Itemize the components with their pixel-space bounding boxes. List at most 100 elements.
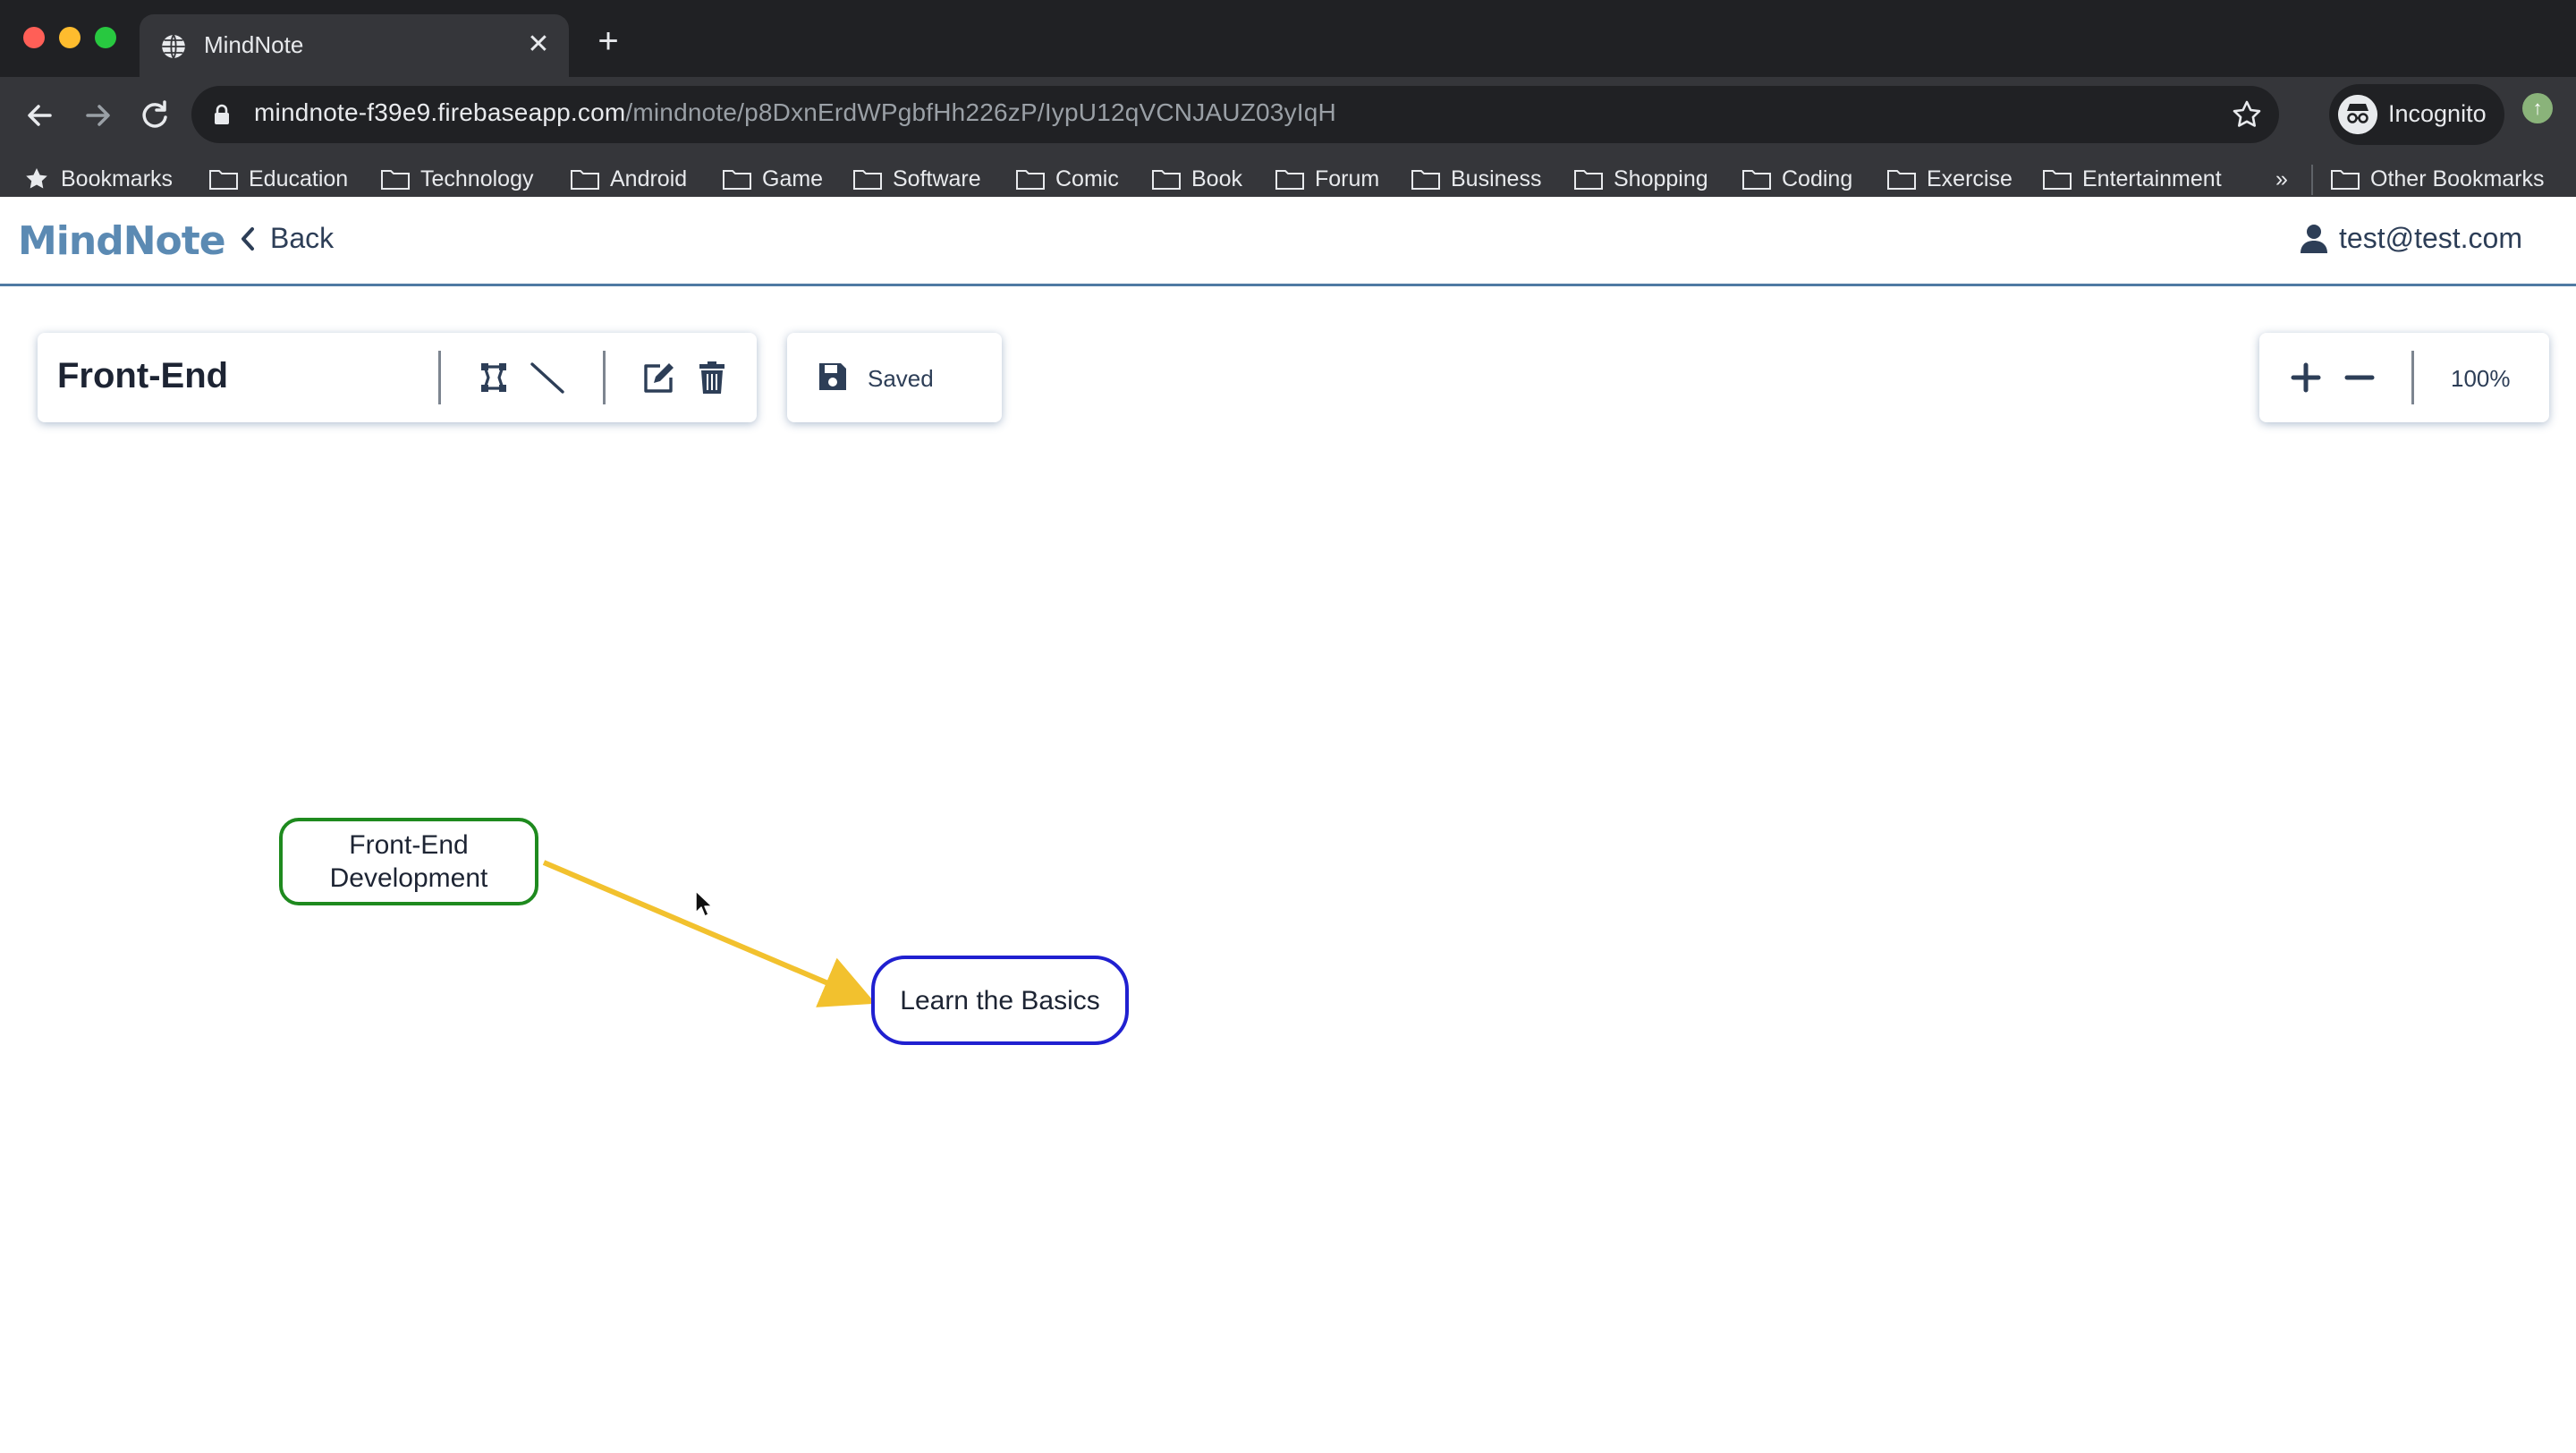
bookmark-folder-software[interactable]: Software xyxy=(853,159,981,199)
browser-tab-bar: MindNote ✕ + xyxy=(0,0,2576,77)
folder-icon xyxy=(381,170,410,190)
bookmark-label: Exercise xyxy=(1927,166,2012,191)
browser-tab[interactable]: MindNote ✕ xyxy=(140,14,569,77)
bookmark-label: Other Bookmarks xyxy=(2370,166,2545,191)
node-label: Learn the Basics xyxy=(900,985,1100,1015)
zoom-in-icon[interactable] xyxy=(2284,356,2327,399)
folder-icon xyxy=(1887,170,1916,190)
folder-icon xyxy=(723,170,751,190)
bookmark-label: Entertainment xyxy=(2082,166,2222,191)
folder-icon xyxy=(1742,170,1771,190)
bookmark-folder-forum[interactable]: Forum xyxy=(1275,159,1379,199)
bookmarks-overflow-button[interactable]: » xyxy=(2275,159,2288,199)
mindmap-node-learn-the-basics[interactable]: Learn the Basics xyxy=(871,956,1129,1045)
zoom-level: 100% xyxy=(2451,365,2511,392)
bookmark-label: Software xyxy=(893,166,981,191)
browser-toolbar: mindnote-f39e9.firebaseapp.com/mindnote/… xyxy=(0,77,2576,215)
tab-title: MindNote xyxy=(204,31,304,58)
bookmark-label: Forum xyxy=(1315,166,1380,191)
edit-icon[interactable] xyxy=(640,360,676,395)
mindmap-edges xyxy=(542,860,877,1007)
app-logo[interactable]: MindNote xyxy=(18,218,226,264)
url-text: mindnote-f39e9.firebaseapp.com/mindnote/… xyxy=(254,98,1336,127)
bookmark-folder-game[interactable]: Game xyxy=(723,159,823,199)
delete-icon[interactable] xyxy=(694,360,730,395)
bookmark-folder-business[interactable]: Business xyxy=(1411,159,1541,199)
bookmark-label: Comic xyxy=(1055,166,1119,191)
add-node-icon[interactable] xyxy=(476,360,512,395)
save-status-panel[interactable]: Saved xyxy=(787,333,1002,422)
folder-icon xyxy=(1574,170,1603,190)
bookmark-folder-education[interactable]: Education xyxy=(209,159,348,199)
mindmap-canvas[interactable]: Front-End Development Learn the Basics xyxy=(0,429,2576,1453)
folder-icon xyxy=(1411,170,1440,190)
incognito-icon xyxy=(2338,95,2377,134)
close-icon[interactable]: ✕ xyxy=(522,29,555,61)
map-toolbar: Front-End xyxy=(38,333,757,422)
mouse-cursor-icon xyxy=(695,890,713,917)
globe-icon xyxy=(162,34,185,59)
add-line-icon[interactable] xyxy=(530,360,565,395)
node-label: Front-End Development xyxy=(330,828,488,895)
app-header: MindNote Back test@test.com xyxy=(0,197,2576,286)
forward-arrow-icon[interactable] xyxy=(75,93,120,138)
folder-icon xyxy=(209,170,238,190)
update-icon[interactable]: ↑ xyxy=(2522,93,2553,123)
bookmark-folder-book[interactable]: Book xyxy=(1152,159,1242,199)
bookmark-label: Bookmarks xyxy=(61,166,174,191)
bookmark-folder-other[interactable]: Other Bookmarks xyxy=(2331,159,2545,199)
bookmark-label: Technology xyxy=(420,166,534,191)
bookmark-item-bookmarks[interactable]: Bookmarks xyxy=(23,159,173,199)
folder-icon xyxy=(853,170,882,190)
toolbar-divider xyxy=(438,351,441,404)
bookmark-label: Education xyxy=(249,166,349,191)
bookmark-label: Coding xyxy=(1782,166,1853,191)
save-status: Saved xyxy=(868,365,934,392)
address-bar[interactable]: mindnote-f39e9.firebaseapp.com/mindnote/… xyxy=(191,86,2279,143)
mindmap-node-front-end-development[interactable]: Front-End Development xyxy=(279,818,538,905)
bookmark-folder-exercise[interactable]: Exercise xyxy=(1887,159,2012,199)
window-close-button[interactable] xyxy=(23,27,45,48)
user-icon xyxy=(2301,224,2328,253)
zoom-out-icon[interactable] xyxy=(2338,356,2381,399)
bookmarks-divider xyxy=(2311,165,2313,195)
folder-icon xyxy=(1016,170,1045,190)
chevron-double-right-icon: » xyxy=(2275,166,2288,191)
zoom-controls: 100% xyxy=(2259,333,2549,422)
toolbar-divider xyxy=(603,351,606,404)
bookmark-label: Android xyxy=(610,166,688,191)
bookmark-folder-comic[interactable]: Comic xyxy=(1016,159,1119,199)
user-email: test@test.com xyxy=(2339,222,2522,254)
mindmap-edge[interactable] xyxy=(542,860,877,1007)
back-arrow-icon[interactable] xyxy=(18,93,63,138)
back-label: Back xyxy=(270,222,335,254)
folder-icon xyxy=(1152,170,1181,190)
folder-icon xyxy=(571,170,599,190)
node-label-line: Front-End xyxy=(349,830,469,860)
bookmark-folder-shopping[interactable]: Shopping xyxy=(1574,159,1708,199)
profile-button[interactable]: Incognito xyxy=(2329,84,2504,145)
save-icon xyxy=(819,363,846,390)
bookmark-label: Game xyxy=(762,166,824,191)
bookmark-folder-entertainment[interactable]: Entertainment xyxy=(2043,159,2222,199)
reload-icon[interactable] xyxy=(132,93,177,138)
bookmark-folder-coding[interactable]: Coding xyxy=(1742,159,1852,199)
folder-icon xyxy=(1275,170,1304,190)
window-minimize-button[interactable] xyxy=(59,27,80,48)
folder-icon xyxy=(2331,170,2360,190)
bookmark-folder-android[interactable]: Android xyxy=(571,159,687,199)
window-maximize-button[interactable] xyxy=(95,27,116,48)
star-icon xyxy=(26,168,47,189)
user-menu[interactable]: test@test.com xyxy=(2300,222,2522,255)
plus-icon[interactable]: + xyxy=(590,23,626,59)
star-icon[interactable] xyxy=(2229,97,2265,132)
folder-icon xyxy=(2043,170,2072,190)
node-label-line: Development xyxy=(329,863,488,893)
map-title[interactable]: Front-End xyxy=(57,356,228,396)
bookmark-label: Shopping xyxy=(1614,166,1708,191)
back-button[interactable]: Back xyxy=(238,222,334,255)
bookmark-folder-technology[interactable]: Technology xyxy=(381,159,533,199)
zoom-divider xyxy=(2411,351,2414,404)
bookmark-label: Business xyxy=(1451,166,1542,191)
chevron-left-icon xyxy=(242,226,254,251)
